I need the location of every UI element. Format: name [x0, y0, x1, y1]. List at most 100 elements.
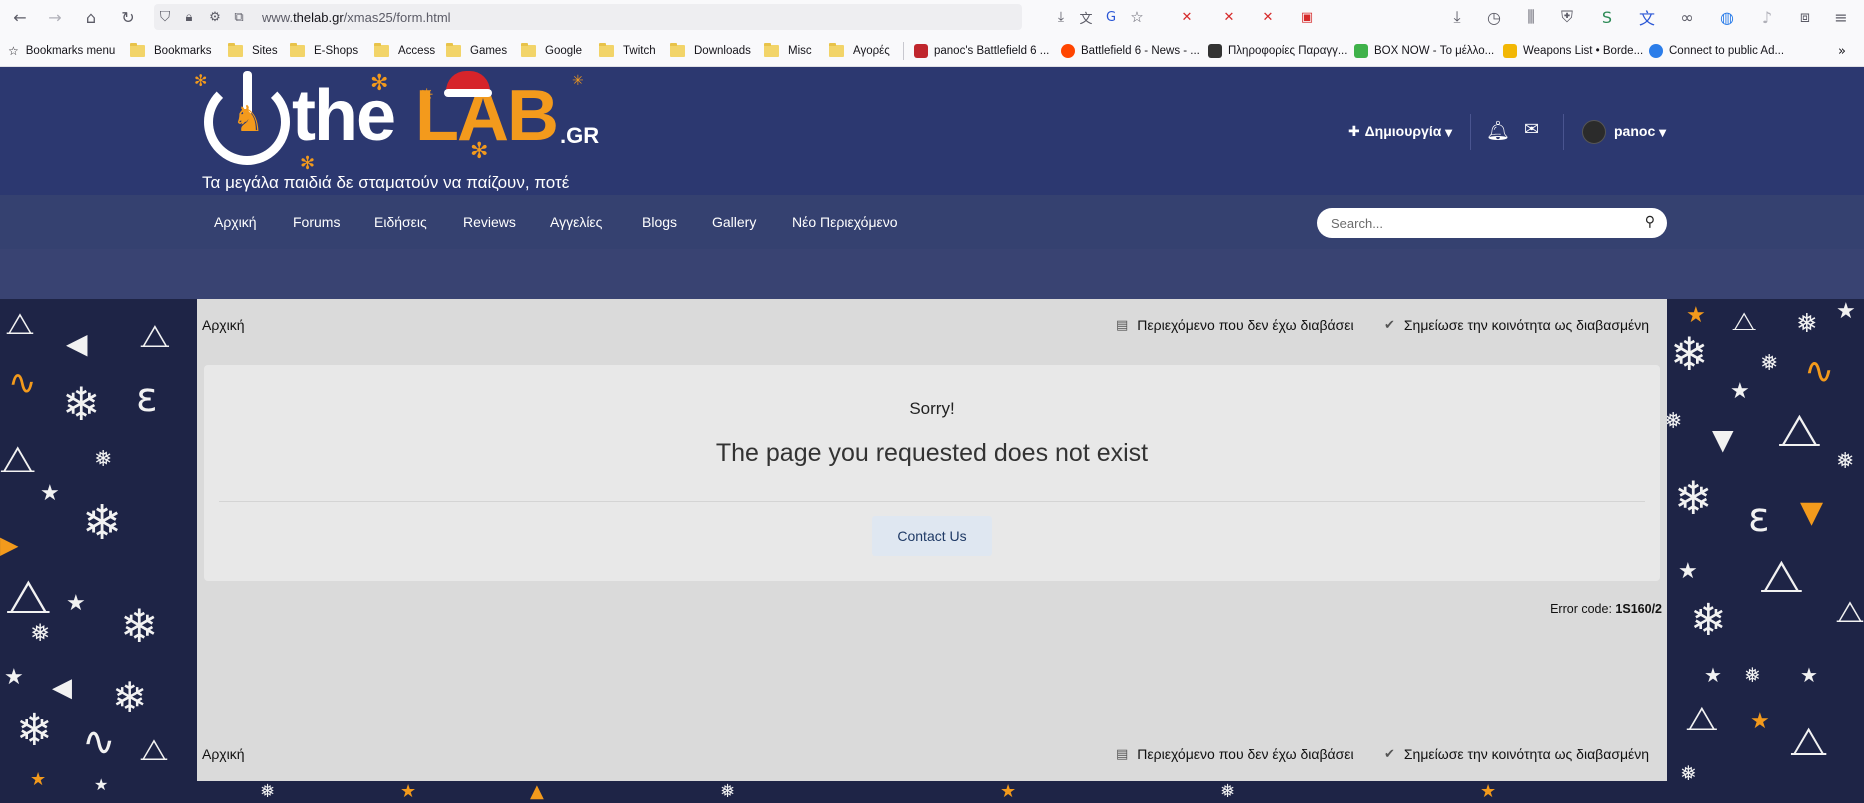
bookmark-folder-games[interactable]: Games [446, 43, 507, 59]
nav-item-gallery[interactable]: Gallery [712, 214, 756, 230]
breadcrumb: Αρχική ▤ Περιεχόμενο που δεν έχω διαβάσει… [197, 309, 1667, 339]
sub-nav-bar [0, 249, 1864, 299]
nav-item-classifieds[interactable]: Αγγελίες [550, 214, 602, 230]
avatar[interactable] [1582, 120, 1606, 144]
library-icon[interactable]: ⫼ [1520, 6, 1542, 28]
extension-badge-icon[interactable]: ◍ [1716, 6, 1738, 28]
ublock-icon[interactable]: ⛨ [1556, 6, 1578, 28]
address-bar[interactable]: ⛉ 🔒︎ ⚙ ⧉ www.thelab.gr/xmas25/form.html … [154, 4, 1144, 30]
back-icon[interactable]: ← [9, 6, 31, 28]
extension-glasses-icon[interactable]: ∞ [1676, 6, 1698, 28]
squiggle-icon: ∿ [82, 719, 116, 765]
audio-icon[interactable]: ♪ [1756, 6, 1778, 28]
bookmark-folder-eshops[interactable]: E-Shops [290, 43, 358, 59]
nav-item-home[interactable]: Αρχική [214, 214, 257, 230]
lock-icon[interactable]: 🔒︎ [178, 6, 200, 28]
unread-content-link[interactable]: ▤ Περιεχόμενο που δεν έχω διαβάσει [1116, 746, 1354, 762]
snowflake-icon: ❄ [1674, 471, 1713, 525]
home-icon[interactable]: ⌂ [80, 6, 102, 28]
tracking-icon[interactable]: ⧉ [228, 6, 250, 28]
extension-x4-icon[interactable]: ▣ [1296, 6, 1318, 28]
nav-item-news[interactable]: Ειδήσεις [374, 214, 427, 230]
error-code-label: Error code: [1550, 602, 1612, 616]
tree-icon: ⧍ [1686, 699, 1718, 739]
downloads-icon[interactable]: ⤓ [1446, 6, 1468, 28]
site-logo[interactable]: ♞ ✻ ✻ ✳ ✻ ✳ ✻ the LAB .GR Τα μεγάλα παιδ… [194, 67, 600, 195]
folder-icon [446, 43, 461, 57]
permissions-icon[interactable]: ⚙ [204, 6, 226, 28]
bookmark-weapons-list[interactable]: Weapons List • Borde... [1503, 43, 1643, 59]
snowflake-icon: ❅ [30, 619, 51, 647]
bookmark-panoc-battlefield[interactable]: panoc's Battlefield 6 ... [914, 43, 1049, 59]
contact-us-button[interactable]: Contact Us [872, 516, 992, 556]
reload-icon[interactable]: ↻ [117, 6, 139, 28]
save-page-icon[interactable]: ⤓ [1050, 6, 1072, 28]
bookmark-connect-public[interactable]: Connect to public Ad... [1649, 43, 1784, 59]
bookmark-folder-google[interactable]: Google [521, 43, 582, 59]
mark-read-link[interactable]: ✔ Σημείωσε την κοινότητα ως διαβασμένη [1384, 317, 1649, 333]
search-input[interactable]: Search... ⚲ [1317, 208, 1667, 238]
bookmark-boxnow[interactable]: BOX NOW - Το μέλλο... [1354, 43, 1494, 59]
bookmark-label: Access [398, 45, 436, 57]
translate-icon[interactable]: 文 [1075, 6, 1097, 28]
menu-icon[interactable]: ≡ [1830, 6, 1852, 28]
translator-icon[interactable]: G [1100, 6, 1122, 28]
extensions-puzzle-icon[interactable]: ⧈ [1794, 6, 1816, 28]
shield-icon[interactable]: ⛉ [154, 6, 176, 28]
site-slogan: Τα μεγάλα παιδιά δε σταματούν να παίζουν… [202, 173, 570, 192]
url-text[interactable]: www.thelab.gr/xmas25/form.html [262, 10, 451, 25]
bookmark-label: Αγορές [853, 45, 890, 57]
create-button[interactable]: ✚ Δημιουργία ▼ [1348, 123, 1453, 140]
notifications-bell-icon[interactable]: 🔔︎ [1486, 119, 1510, 142]
bookmark-folder-agores[interactable]: Αγορές [829, 43, 890, 59]
bookmark-folder-twitch[interactable]: Twitch [599, 43, 656, 59]
snowflake-icon: ❅ [260, 781, 276, 802]
nav-item-reviews[interactable]: Reviews [463, 214, 516, 230]
bookmark-label: Sites [252, 45, 278, 57]
bookmark-folder-downloads[interactable]: Downloads [670, 43, 751, 59]
search-icon[interactable]: ⚲ [1645, 214, 1655, 230]
breadcrumb-home[interactable]: Αρχική [202, 746, 245, 762]
mark-read-link[interactable]: ✔ Σημείωσε την κοινότητα ως διαβασμένη [1384, 746, 1649, 762]
extension-s-icon[interactable]: S [1596, 6, 1618, 28]
nav-item-forums[interactable]: Forums [293, 214, 340, 230]
folder-icon [290, 43, 305, 57]
nav-item-blogs[interactable]: Blogs [642, 214, 677, 230]
site-favicon-icon [1208, 44, 1222, 58]
snowflake-icon: ❅ [1796, 309, 1818, 339]
bookmark-order-info[interactable]: Πληροφορίες Παραγγ... [1208, 43, 1347, 59]
error-box: Sorry! The page you requested does not e… [204, 365, 1660, 581]
tree-icon: ⧍ [1732, 307, 1757, 337]
star-bookmark-icon[interactable]: ☆ [1126, 6, 1148, 28]
unread-content-label: Περιεχόμενο που δεν έχω διαβάσει [1137, 317, 1354, 333]
bookmark-folder-sites[interactable]: Sites [228, 43, 278, 59]
nav-item-new-content[interactable]: Νέο Περιεχόμενο [792, 214, 898, 230]
user-menu[interactable]: panoc ▼ [1614, 123, 1666, 139]
site-header: ♞ ✻ ✻ ✳ ✻ ✳ ✻ the LAB .GR Τα μεγάλα παιδ… [0, 67, 1864, 195]
tree-icon: ⧍ [1760, 549, 1803, 603]
extension-x3-icon[interactable]: ✕ [1257, 6, 1279, 28]
bookmarks-overflow-icon[interactable]: » [1838, 43, 1846, 59]
forward-icon[interactable]: → [44, 6, 66, 28]
bookmarks-menu-button[interactable]: ☆ Bookmarks menu [8, 43, 115, 59]
error-code-value: 1S160/2 [1615, 602, 1662, 616]
bookmark-folder-bookmarks[interactable]: Bookmarks [130, 43, 212, 59]
bookmark-folder-misc[interactable]: Misc [764, 43, 812, 59]
tree-icon: ⧍ [140, 733, 168, 768]
unread-content-link[interactable]: ▤ Περιεχόμενο που δεν έχω διαβάσει [1116, 317, 1354, 333]
bookmark-battlefield-news[interactable]: Battlefield 6 - News - ... [1061, 43, 1200, 59]
extension-x2-icon[interactable]: ✕ [1218, 6, 1240, 28]
header-separator [1563, 114, 1564, 150]
bookmark-folder-access[interactable]: Access [374, 43, 435, 59]
messages-envelope-icon[interactable]: ✉ [1524, 119, 1539, 140]
extension-translate-icon[interactable]: 文 [1636, 6, 1658, 28]
breadcrumb-home[interactable]: Αρχική [202, 317, 245, 333]
extension-x1-icon[interactable]: ✕ [1176, 6, 1198, 28]
snowflake-icon: ❄ [120, 599, 159, 653]
header-separator [1470, 114, 1471, 150]
bookmark-label: BOX NOW - Το μέλλο... [1374, 45, 1495, 57]
folder-icon [764, 43, 779, 57]
bookmark-label: Twitch [623, 45, 656, 57]
history-icon[interactable]: ◷ [1483, 6, 1505, 28]
bookmark-label: panoc's Battlefield 6 ... [934, 45, 1050, 57]
